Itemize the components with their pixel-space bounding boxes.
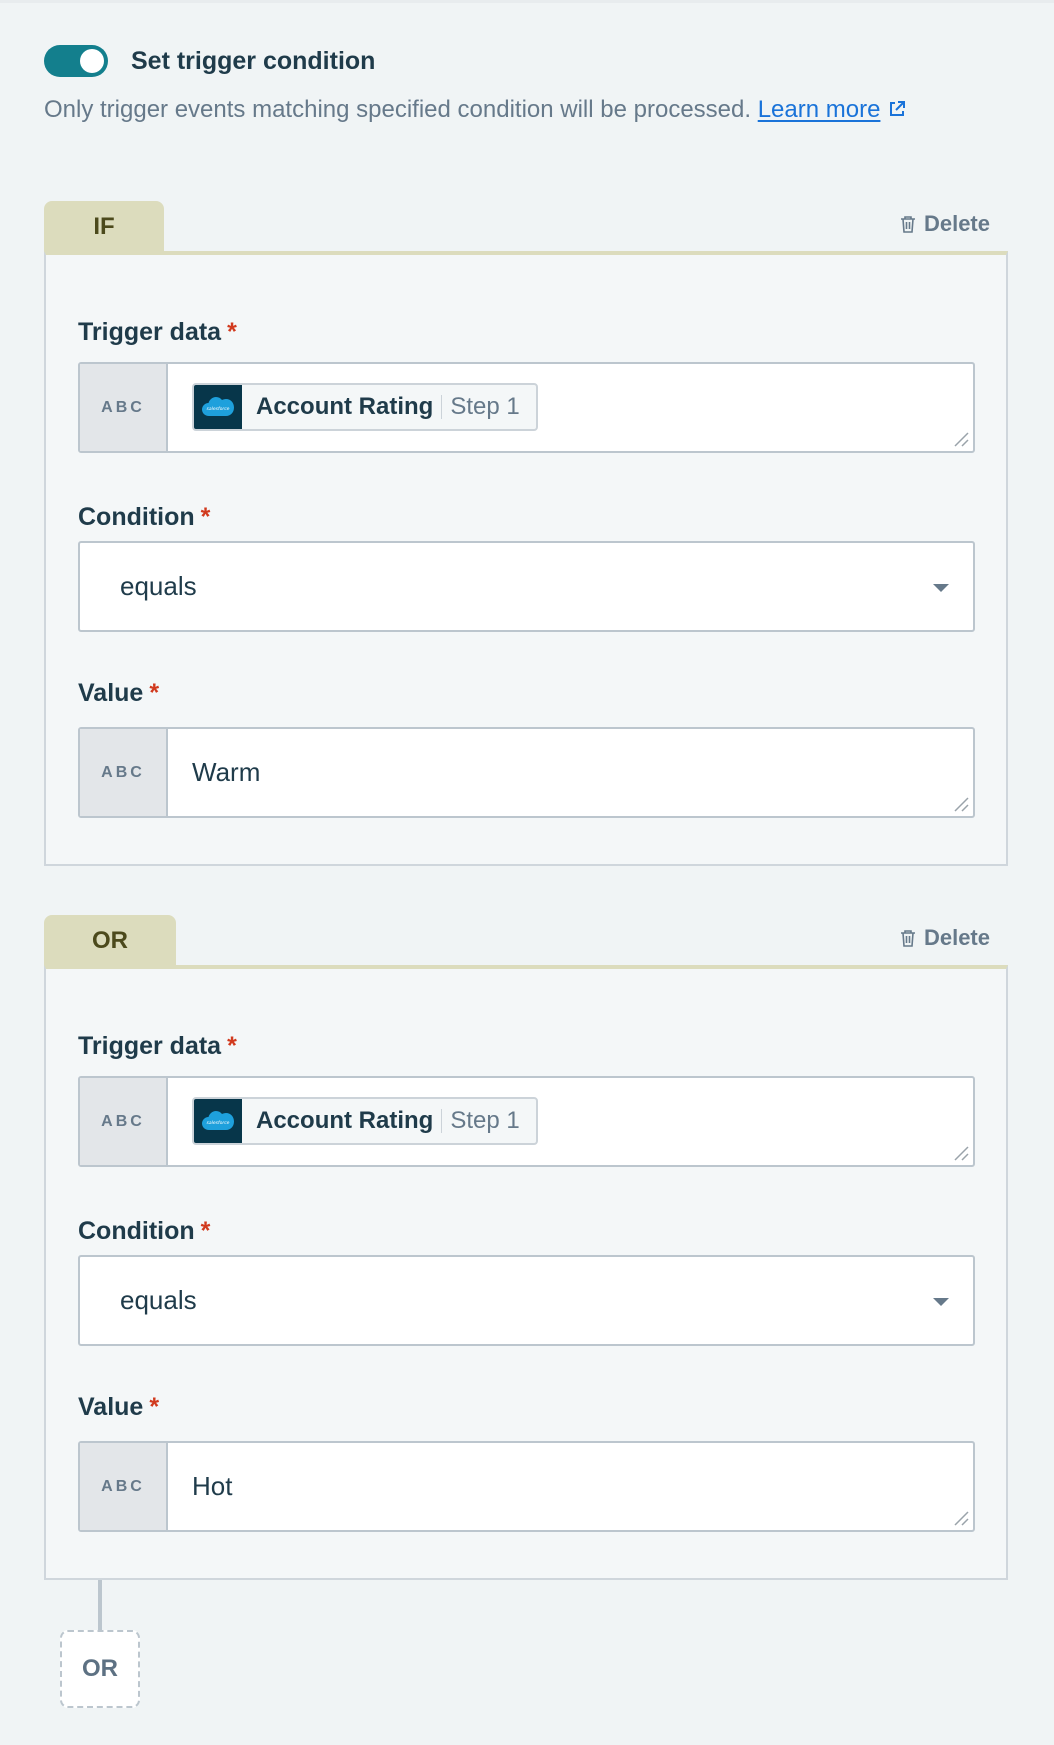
trash-icon	[900, 930, 915, 947]
salesforce-icon: salesforce	[194, 1099, 242, 1143]
value-text: Warm	[192, 757, 261, 787]
condition-value: equals	[120, 571, 197, 601]
resize-handle-icon[interactable]	[953, 1510, 969, 1526]
resize-handle-icon[interactable]	[953, 431, 969, 447]
value-input[interactable]: ABC Hot	[78, 1441, 975, 1532]
svg-text:salesforce: salesforce	[207, 406, 230, 412]
chevron-down-icon	[933, 584, 949, 592]
condition-body: Trigger data * ABC salesforce Account Rating…	[44, 251, 1008, 866]
required-asterisk: *	[149, 1393, 160, 1421]
trigger-data-label: Trigger data *	[78, 1031, 237, 1061]
svg-text:salesforce: salesforce	[207, 1120, 230, 1126]
required-asterisk: *	[227, 1032, 237, 1060]
description-text: Only trigger events matching specified c…	[44, 96, 752, 123]
trigger-data-input[interactable]: ABC salesforce Account Rating Step 1	[78, 362, 975, 453]
type-badge: ABC	[80, 364, 168, 451]
label-text: Condition	[78, 503, 195, 531]
resize-handle-icon[interactable]	[953, 796, 969, 812]
learn-more-link[interactable]: Learn more	[758, 96, 881, 123]
toggle-knob	[80, 49, 104, 73]
label-text: Value	[78, 1393, 144, 1421]
trigger-data-input[interactable]: ABC salesforce Account Rating Step 1	[78, 1076, 975, 1167]
type-badge: ABC	[80, 1443, 168, 1530]
type-badge: ABC	[80, 1078, 168, 1165]
datapill-field: Account Rating	[256, 393, 434, 420]
add-or-condition-button[interactable]: OR	[60, 1630, 140, 1708]
operator-tab: IF	[44, 201, 164, 251]
top-divider	[0, 0, 1054, 3]
condition-label: Condition *	[78, 502, 210, 532]
datapill[interactable]: salesforce Account Rating Step 1	[192, 383, 538, 431]
delete-button[interactable]: Delete	[900, 211, 990, 237]
trigger-data-label: Trigger data *	[78, 317, 237, 347]
required-asterisk: *	[200, 503, 211, 531]
datapill-field: Account Rating	[256, 1107, 434, 1134]
operator-tab: OR	[44, 915, 176, 965]
condition-select[interactable]: equals	[78, 1255, 975, 1346]
condition-body: Trigger data * ABC salesforce Account Rating…	[44, 965, 1008, 1580]
condition-value: equals	[120, 1285, 197, 1315]
value-label: Value *	[78, 678, 159, 708]
condition-block-if: IF Delete Trigger data * ABC salesforce Accoun…	[44, 201, 1008, 866]
label-text: Value	[78, 679, 144, 707]
section-title: Set trigger condition	[131, 47, 376, 75]
section-description: Only trigger events matching specified c…	[44, 94, 906, 126]
datapill-step: Step 1	[450, 1107, 520, 1134]
value-label: Value *	[78, 1392, 159, 1422]
value-input[interactable]: ABC Warm	[78, 727, 975, 818]
resize-handle-icon[interactable]	[953, 1145, 969, 1161]
label-text: Condition	[78, 1217, 195, 1245]
connector-line	[98, 1580, 102, 1630]
condition-select[interactable]: equals	[78, 541, 975, 632]
chevron-down-icon	[933, 1298, 949, 1306]
datapill-step: Step 1	[450, 393, 520, 420]
condition-block-or: OR Delete Trigger data * ABC salesforce Accoun…	[44, 915, 1008, 1580]
condition-label: Condition *	[78, 1216, 210, 1246]
salesforce-icon: salesforce	[194, 385, 242, 429]
label-text: Trigger data	[78, 1032, 222, 1060]
type-badge: ABC	[80, 729, 168, 816]
delete-label: Delete	[923, 211, 990, 236]
delete-label: Delete	[923, 925, 990, 950]
required-asterisk: *	[227, 318, 237, 346]
required-asterisk: *	[149, 679, 160, 707]
datapill[interactable]: salesforce Account Rating Step 1	[192, 1097, 538, 1145]
value-text: Hot	[192, 1471, 233, 1501]
trigger-condition-toggle[interactable]	[44, 45, 108, 77]
delete-button[interactable]: Delete	[900, 925, 990, 951]
label-text: Trigger data	[78, 318, 222, 346]
external-link-icon	[890, 101, 906, 116]
trash-icon	[900, 216, 915, 233]
required-asterisk: *	[200, 1217, 211, 1245]
